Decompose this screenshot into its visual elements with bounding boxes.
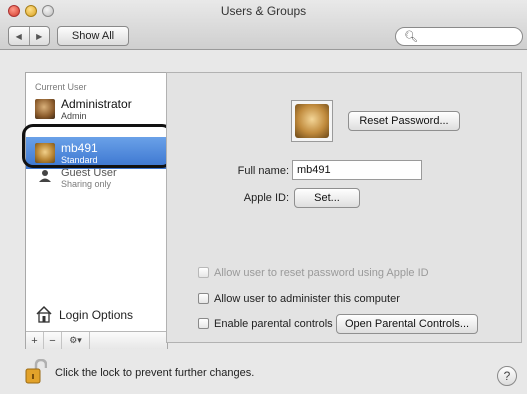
title-bar: Users & Groups ◀ ▶ Show All 🔍︎: [0, 0, 527, 50]
set-apple-id-button[interactable]: Set...: [294, 188, 360, 208]
selection-callout-ring: [22, 124, 173, 168]
back-forward-control: ◀ ▶: [8, 26, 50, 46]
person-icon: [38, 169, 52, 183]
help-button[interactable]: ?: [497, 366, 517, 386]
apple-id-label: Apple ID:: [243, 192, 289, 204]
full-name-field[interactable]: mb491: [292, 160, 422, 180]
login-options-item[interactable]: Login Options: [35, 305, 165, 325]
window-title: Users & Groups: [220, 4, 307, 18]
search-icon: 🔍︎: [404, 31, 418, 43]
user-list-sidebar: Current User Administrator Admin mb491 S…: [25, 72, 168, 349]
allow-admin-label: Allow user to administer this computer: [214, 292, 400, 305]
user-item-administrator[interactable]: Administrator Admin: [26, 93, 167, 125]
add-user-button[interactable]: +: [26, 332, 44, 349]
allow-reset-checkbox: [198, 267, 209, 278]
users-groups-window: Users & Groups ◀ ▶ Show All 🔍︎ Current U…: [0, 0, 527, 394]
allow-reset-label: Allow user to reset password using Apple…: [214, 266, 429, 279]
sidebar-toolbar: + − ⚙▾: [26, 331, 167, 349]
user-name: Guest User: [61, 167, 117, 179]
allow-admin-checkbox[interactable]: [198, 293, 209, 304]
user-name: Administrator: [61, 97, 132, 111]
user-item-guest[interactable]: Guest User Sharing only: [26, 165, 167, 197]
open-parental-controls-button[interactable]: Open Parental Controls...: [336, 314, 478, 334]
gear-action-button[interactable]: ⚙▾: [62, 332, 90, 349]
parental-controls-checkbox-row[interactable]: Enable parental controls: [198, 316, 333, 331]
current-user-header: Current User: [35, 82, 87, 92]
chevron-right-icon[interactable]: ▶: [28, 27, 50, 45]
lock-message: Click the lock to prevent further change…: [55, 367, 255, 379]
user-detail-panel: Reset Password... Full name: mb491 Apple…: [166, 72, 522, 343]
house-icon: [35, 305, 53, 323]
lock-icon[interactable]: [25, 358, 48, 385]
parental-controls-checkbox[interactable]: [198, 318, 209, 329]
parental-controls-label: Enable parental controls: [214, 317, 333, 330]
user-picture[interactable]: [291, 100, 333, 142]
full-name-label: Full name:: [237, 165, 289, 177]
user-role: Sharing only: [61, 179, 112, 189]
remove-user-button[interactable]: −: [44, 332, 62, 349]
login-options-label: Login Options: [59, 308, 134, 322]
avatar: [295, 104, 329, 138]
reset-password-button[interactable]: Reset Password...: [348, 111, 460, 131]
show-all-button[interactable]: Show All: [57, 26, 129, 46]
allow-reset-checkbox-row: Allow user to reset password using Apple…: [198, 265, 429, 280]
avatar: [35, 99, 55, 119]
chevron-left-icon[interactable]: ◀: [9, 27, 29, 45]
allow-admin-checkbox-row[interactable]: Allow user to administer this computer: [198, 291, 400, 306]
search-input[interactable]: 🔍︎: [395, 27, 523, 46]
user-role: Admin: [61, 111, 87, 121]
